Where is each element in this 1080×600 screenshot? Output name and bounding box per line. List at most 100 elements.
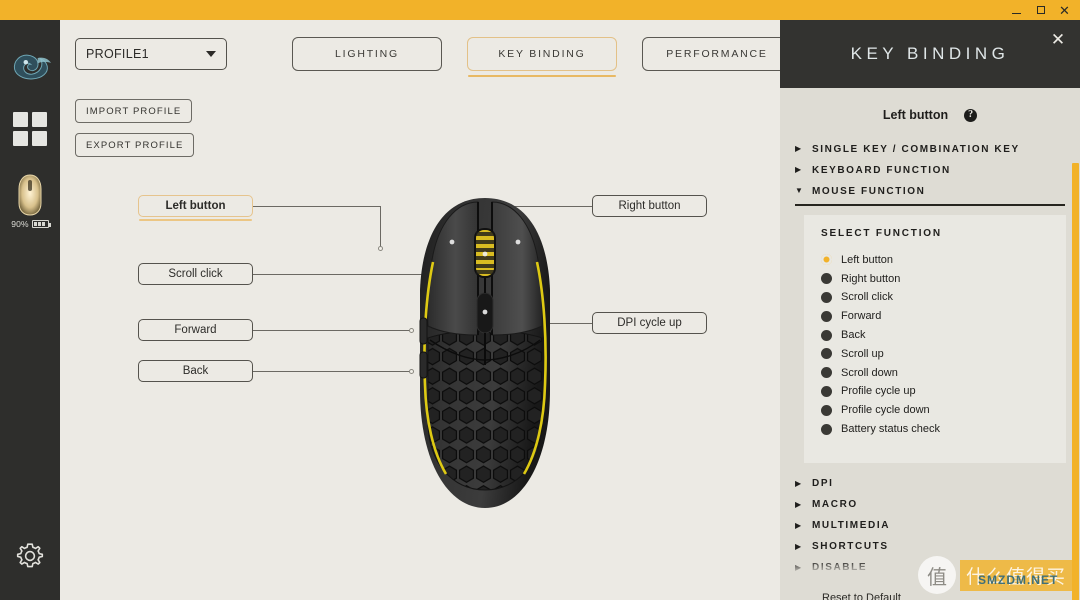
option-label: Scroll down [841,366,898,379]
option-back[interactable]: Back [821,326,1066,345]
battery-percent: 90% [11,219,29,229]
accordion-label: MACRO [812,499,858,510]
accordion-single-key[interactable]: ▶ SINGLE KEY / COMBINATION KEY [795,140,1080,158]
select-function-panel: SELECT FUNCTION Left button Right button… [804,214,1066,463]
chevron-down-icon: ▼ [795,186,803,195]
sidebar-item-mouse[interactable]: 90% [11,174,51,229]
option-label: Forward [841,310,882,323]
option-battery-status-check[interactable]: Battery status check [821,420,1066,439]
accordion-group-top: ▶ SINGLE KEY / COMBINATION KEY ▶ KEYBOAR… [780,140,1080,200]
option-label: Right button [841,272,901,285]
radio-icon [821,385,832,397]
export-profile-button[interactable]: EXPORT PROFILE [75,133,195,157]
binding-chip-back[interactable]: Back [138,360,253,382]
chevron-right-icon: ▶ [795,165,802,174]
divider [795,204,1065,206]
radio-icon [821,310,832,322]
title-bar: ✕ [0,0,1080,20]
device-diagram: Left button Scroll click Forward Back Ri… [60,160,780,600]
reset-to-default-link[interactable]: Reset to Default [822,592,901,600]
panel-body: Left button ? ▶ SINGLE KEY / COMBINATION… [780,108,1080,600]
battery-icon [31,220,51,228]
binding-chip-forward[interactable]: Forward [138,319,253,341]
chevron-right-icon: ▶ [795,520,802,530]
grid-cell-icon [13,131,28,146]
binding-chip-scroll-click[interactable]: Scroll click [138,263,253,285]
accordion-multimedia[interactable]: ▶ MULTIMEDIA [795,517,1080,535]
maximize-icon[interactable] [1034,3,1047,17]
accordion-label: DPI [812,478,834,489]
binding-chip-right-button[interactable]: Right button [592,195,707,217]
panel-scrollbar[interactable] [1072,88,1080,600]
chevron-right-icon: ▶ [795,144,802,153]
leader-line [253,330,413,331]
key-binding-panel: KEY BINDING ✕ Left button ? ▶ SINGLE KEY… [780,20,1080,600]
option-profile-cycle-down[interactable]: Profile cycle down [821,401,1066,420]
sidebar: 90% [0,20,60,600]
tab-key-binding[interactable]: KEY BINDING [467,37,617,77]
option-forward[interactable]: Forward [821,307,1066,326]
binding-chip-left-button[interactable]: Left button [138,195,253,221]
main-content: PROFILE1 ? IMPORT PROFILE EXPORT PROFILE… [60,20,780,600]
option-label: Scroll click [841,291,893,304]
binding-chip-dpi-cycle-up[interactable]: DPI cycle up [592,312,707,334]
radio-icon [821,254,832,266]
chevron-right-icon: ▶ [795,541,802,551]
radio-icon [821,291,832,303]
accordion-mouse-function[interactable]: ▼ MOUSE FUNCTION [795,182,1080,200]
mouse-illustration [390,190,580,520]
option-label: Battery status check [841,423,941,436]
radio-icon [821,329,832,341]
glorious-logo-icon [13,54,51,80]
app-window: ✕ 90% PROFILE1 IMPORT PROFILE EXPORT PRO… [0,0,1080,600]
radio-icon [821,273,832,285]
accordion-group-bottom: ▶ DPI ▶ MACRO ▶ MULTIMEDIA ▶ SHORTCUTS ▶ [780,475,1080,577]
accordion-label: MULTIMEDIA [812,520,891,531]
minimize-icon[interactable] [1010,3,1023,17]
option-scroll-up[interactable]: Scroll up [821,344,1066,363]
accordion-label: KEYBOARD FUNCTION [812,164,951,176]
option-profile-cycle-up[interactable]: Profile cycle up [821,382,1066,401]
leader-dot [378,246,383,251]
option-scroll-click[interactable]: Scroll click [821,288,1066,307]
radio-icon [821,404,832,416]
option-label: Profile cycle up [841,385,916,398]
leader-line [253,206,381,207]
accordion-dpi[interactable]: ▶ DPI [795,475,1080,493]
radio-icon [821,348,832,360]
import-profile-button[interactable]: IMPORT PROFILE [75,99,193,123]
accordion-macro[interactable]: ▶ MACRO [795,496,1080,514]
chevron-down-icon [206,51,216,57]
scrollbar-thumb[interactable] [1072,163,1079,600]
accordion-label: SHORTCUTS [812,541,889,552]
option-label: Left button [841,253,893,266]
accordion-shortcuts[interactable]: ▶ SHORTCUTS [795,538,1080,556]
grid-cell-icon [13,112,28,127]
sidebar-item-devices[interactable] [13,112,47,146]
option-label: Profile cycle down [841,404,930,417]
accordion-label: MOUSE FUNCTION [812,185,926,197]
gear-icon[interactable] [14,540,46,572]
option-scroll-down[interactable]: Scroll down [821,363,1066,382]
tab-bar: LIGHTING KEY BINDING PERFORMANCE [292,37,780,77]
tab-lighting[interactable]: LIGHTING [292,37,442,71]
assigned-button-row: Left button ? [780,108,1080,122]
assigned-button-name: Left button [882,108,949,122]
battery-indicator: 90% [11,219,51,229]
accordion-keyboard-function[interactable]: ▶ KEYBOARD FUNCTION [795,161,1080,179]
leader-line [380,206,381,249]
window-controls: ✕ [1010,3,1080,17]
grid-cell-icon [32,131,47,146]
grid-cell-icon [32,112,47,127]
close-icon[interactable]: ✕ [1058,3,1071,17]
option-left-button[interactable]: Left button [821,251,1066,270]
option-label: Scroll up [841,347,884,360]
option-right-button[interactable]: Right button [821,269,1066,288]
tab-performance[interactable]: PERFORMANCE [642,37,780,71]
help-icon[interactable]: ? [964,108,978,122]
radio-icon [821,367,832,379]
profile-dropdown[interactable]: PROFILE1 [75,38,227,70]
mouse-icon [18,174,42,216]
accordion-label: SINGLE KEY / COMBINATION KEY [812,143,1020,155]
close-icon[interactable]: ✕ [1049,31,1067,50]
